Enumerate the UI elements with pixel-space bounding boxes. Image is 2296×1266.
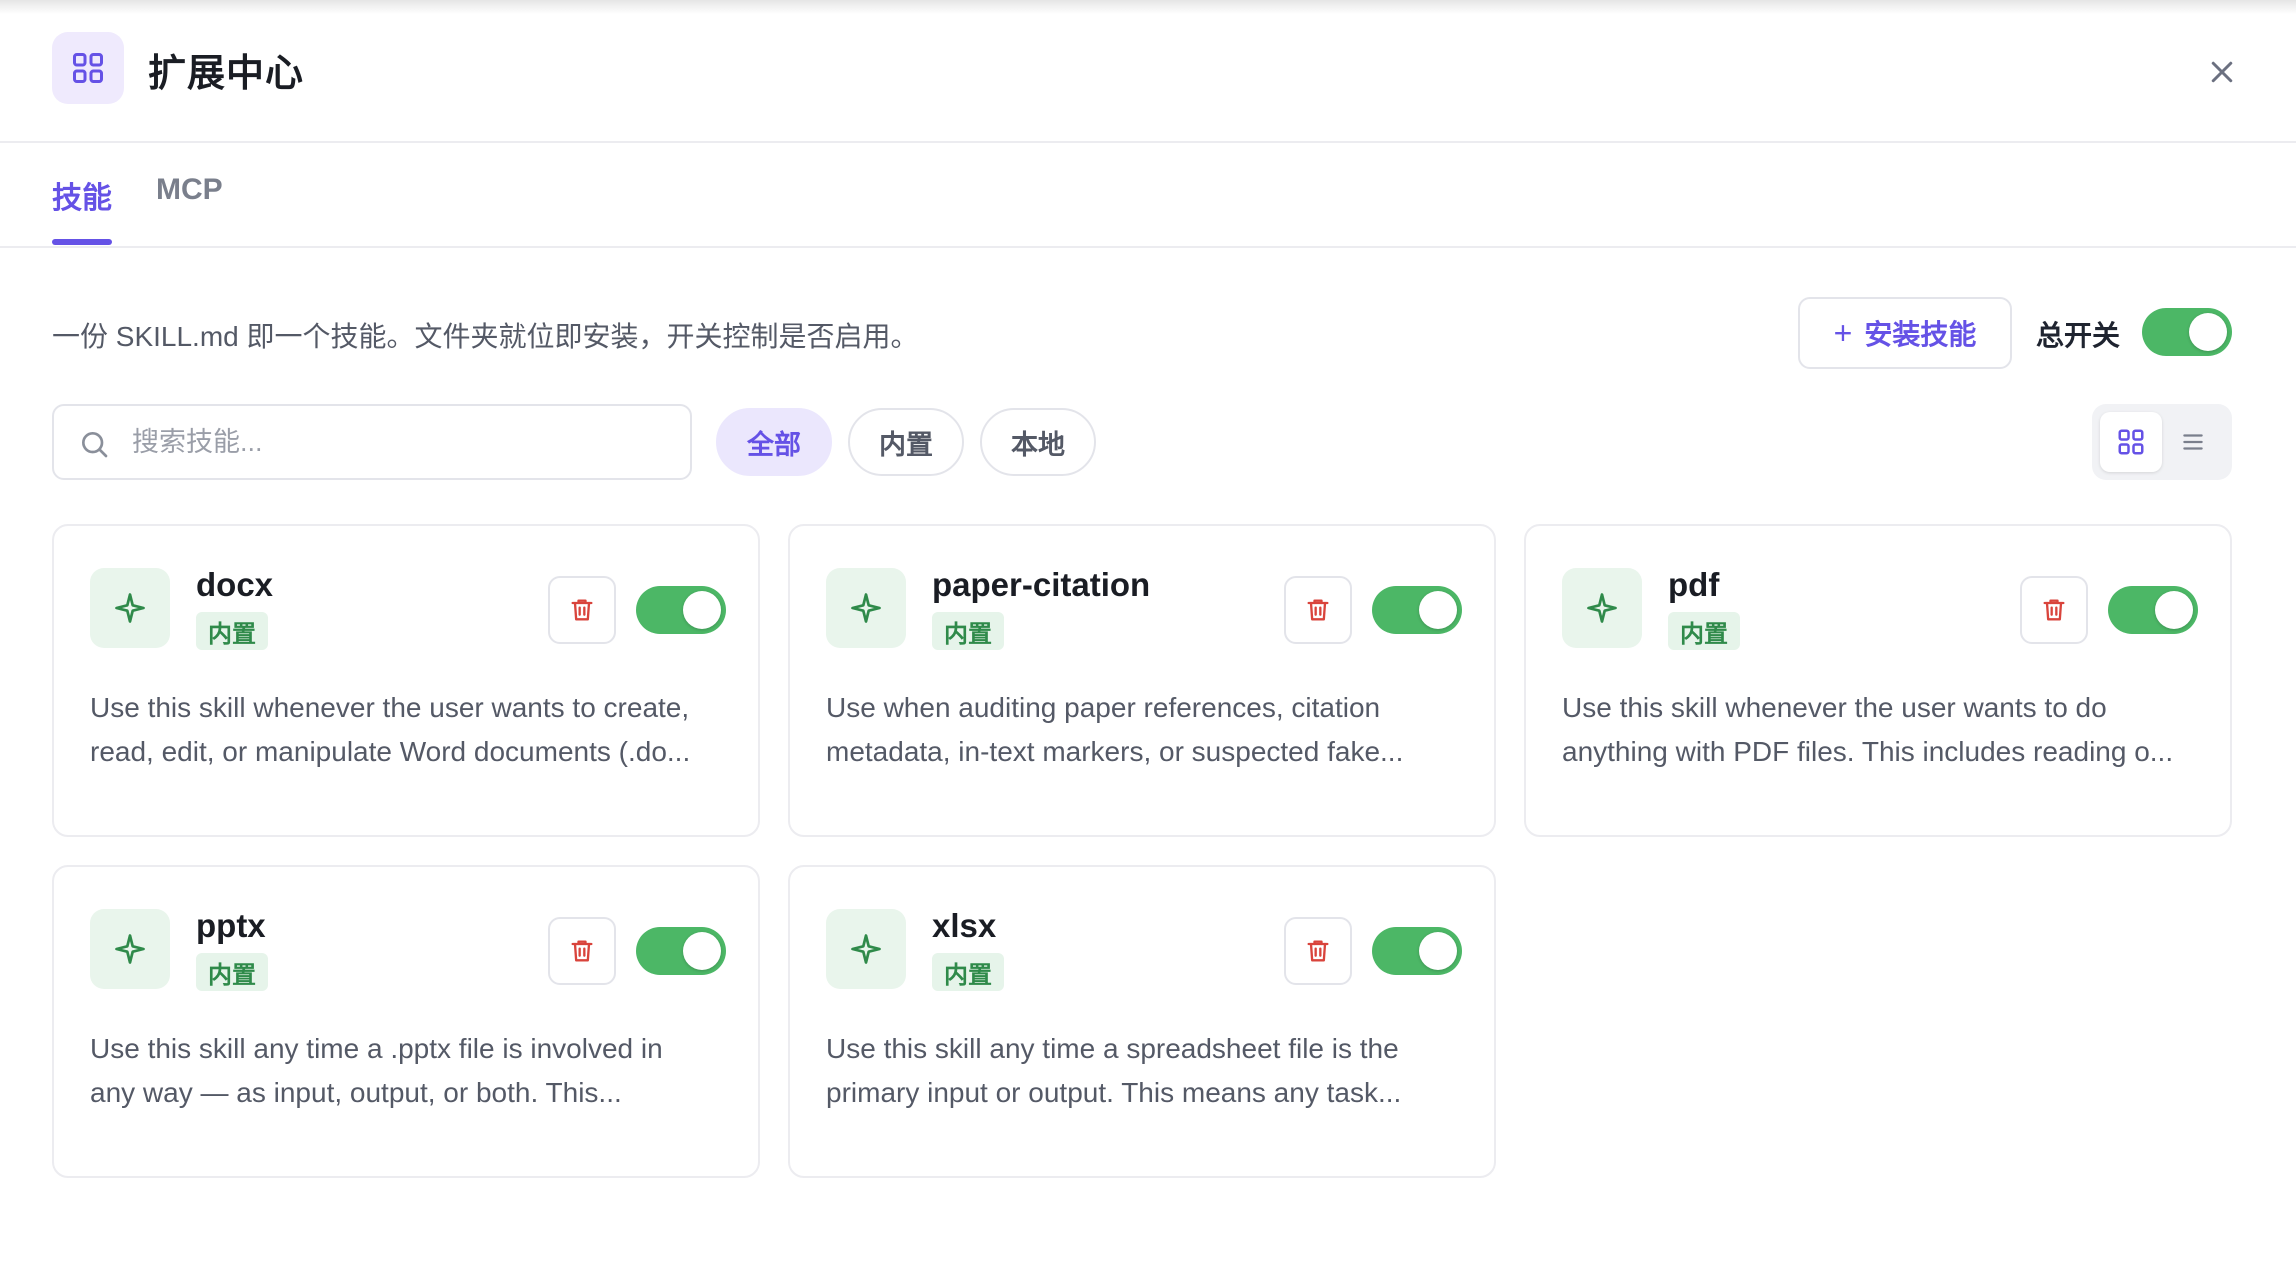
skill-description-line: Use this skill any time a .pptx file is … (90, 1033, 663, 1064)
sparkle-icon (90, 909, 170, 989)
tab-mcp[interactable]: MCP (156, 173, 223, 207)
skill-badge: 内置 (932, 953, 1004, 991)
grid-icon (52, 32, 124, 104)
list-view-button[interactable] (2162, 412, 2224, 472)
sparkle-icon (826, 568, 906, 648)
skill-badge: 内置 (196, 953, 268, 991)
skill-card[interactable]: pptx 内置 Use this skill any time a .pptx … (52, 865, 760, 1178)
skill-description: Use this skill any time a .pptx file is … (90, 1027, 730, 1115)
close-button[interactable] (2200, 50, 2244, 94)
list-view-icon (2183, 434, 2203, 450)
skill-description-line: Use this skill whenever the user wants t… (90, 692, 690, 723)
skill-description-line: Use this skill whenever the user wants t… (1562, 692, 2107, 723)
skill-name: xlsx (932, 907, 997, 944)
grid-view-button[interactable] (2100, 412, 2162, 472)
skill-description-line: primary input or output. This means any … (826, 1077, 1402, 1108)
tab-skills[interactable]: 技能 (52, 173, 112, 217)
skill-badge: 内置 (196, 612, 268, 650)
skill-card[interactable]: docx 内置 Use this skill whenever the user… (52, 524, 760, 837)
delete-skill-button[interactable] (548, 917, 616, 985)
delete-skill-button[interactable] (548, 576, 616, 644)
delete-skill-button[interactable] (1284, 576, 1352, 644)
skill-badge: 内置 (1668, 612, 1740, 650)
skill-description: Use when auditing paper references, cita… (826, 686, 1466, 774)
skill-name: paper-citation (932, 566, 1151, 603)
search-box (52, 404, 692, 480)
sparkle-icon (90, 568, 170, 648)
grid-view-icon (2118, 429, 2144, 455)
skill-description-line: any way — as input, output, or both. Thi… (90, 1077, 622, 1108)
master-switch-label: 总开关 (2036, 320, 2121, 351)
trash-icon (1307, 940, 1329, 962)
view-mode-switch (2092, 404, 2232, 480)
search-input[interactable] (132, 416, 672, 468)
skill-name: pptx (196, 907, 266, 944)
skill-name: pdf (1668, 566, 1720, 603)
skill-description-line: Use when auditing paper references, cita… (826, 692, 1381, 723)
toggle-knob (2189, 313, 2227, 351)
tab-bar: 技能 MCP (0, 143, 2296, 248)
skill-card[interactable]: paper-citation 内置 Use when auditing pape… (788, 524, 1496, 837)
install-skill-button[interactable]: + 安装技能 (1798, 297, 2012, 369)
skill-enable-toggle[interactable] (2108, 586, 2198, 634)
trash-icon (2043, 599, 2065, 621)
sparkle-icon (1562, 568, 1642, 648)
trash-icon (571, 940, 593, 962)
toggle-knob (683, 932, 721, 970)
sparkle-icon (826, 909, 906, 989)
skill-description-line: Use this skill any time a spreadsheet fi… (826, 1033, 1399, 1064)
skill-description: Use this skill whenever the user wants t… (90, 686, 730, 774)
toggle-knob (1419, 932, 1457, 970)
skills-description: 一份 SKILL.md 即一个技能。文件夹就位即安装，开关控制是否启用。 (52, 321, 919, 352)
close-icon (2211, 61, 2233, 83)
skill-description-line: read, edit, or manipulate Word documents… (90, 736, 691, 767)
install-skill-label: 安装技能 (1864, 319, 1977, 350)
skill-enable-toggle[interactable] (636, 927, 726, 975)
skill-description-line: anything with PDF files. This includes r… (1562, 736, 2174, 767)
skill-description-line: metadata, in-text markers, or suspected … (826, 736, 1404, 767)
filter-all[interactable]: 全部 (716, 408, 832, 476)
filter-local[interactable]: 本地 (980, 408, 1096, 476)
trash-icon (1307, 599, 1329, 621)
skill-enable-toggle[interactable] (1372, 586, 1462, 634)
skill-enable-toggle[interactable] (1372, 927, 1462, 975)
dialog-header: 扩展中心 (0, 0, 2296, 143)
filter-builtin[interactable]: 内置 (848, 408, 964, 476)
toggle-knob (1419, 591, 1457, 629)
active-tab-indicator (52, 239, 112, 245)
trash-icon (571, 599, 593, 621)
search-icon (82, 432, 108, 458)
toggle-knob (2155, 591, 2193, 629)
skill-description: Use this skill any time a spreadsheet fi… (826, 1027, 1466, 1115)
skill-card[interactable]: pdf 内置 Use this skill whenever the user … (1524, 524, 2232, 837)
page-title: 扩展中心 (148, 53, 305, 95)
plus-icon: + (1833, 315, 1853, 351)
delete-skill-button[interactable] (1284, 917, 1352, 985)
toggle-knob (683, 591, 721, 629)
skill-description: Use this skill whenever the user wants t… (1562, 686, 2202, 774)
delete-skill-button[interactable] (2020, 576, 2088, 644)
skill-name: docx (196, 566, 274, 603)
skill-card[interactable]: xlsx 内置 Use this skill any time a spread… (788, 865, 1496, 1178)
master-switch-toggle[interactable] (2142, 308, 2232, 356)
skill-badge: 内置 (932, 612, 1004, 650)
skill-enable-toggle[interactable] (636, 586, 726, 634)
